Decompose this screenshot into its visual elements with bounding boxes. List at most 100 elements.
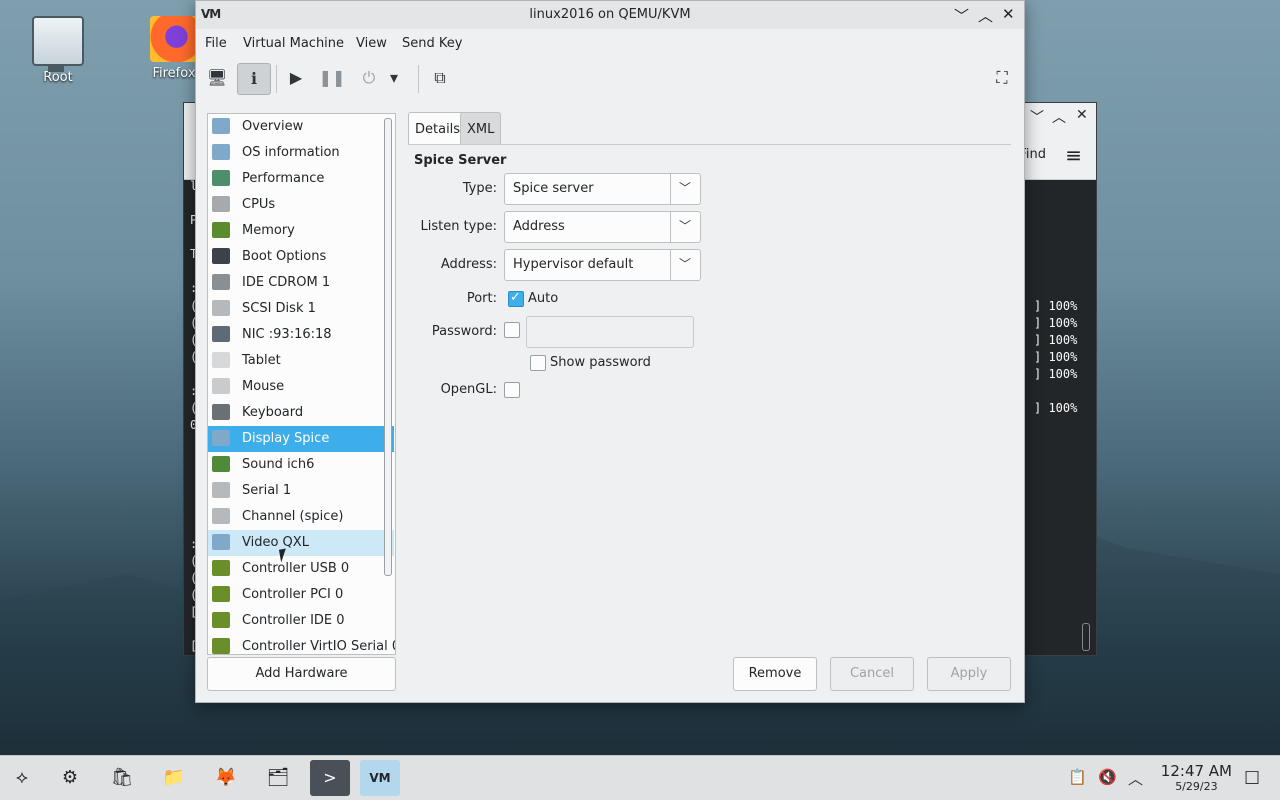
show-password-checkbox[interactable] xyxy=(530,355,546,371)
add-hardware-button[interactable]: Add Hardware xyxy=(207,657,396,691)
terminal-icon[interactable]: > xyxy=(310,760,350,796)
hamburger-menu-icon[interactable]: ≡ xyxy=(1065,143,1082,167)
device-item-label: Keyboard xyxy=(242,405,304,420)
console-button[interactable]: 🖥 xyxy=(201,63,233,93)
type-label: Type: xyxy=(462,181,497,196)
show-desktop-icon[interactable]: ☐ xyxy=(1244,768,1260,789)
pause-icon: ❚❚ xyxy=(318,68,346,87)
run-button[interactable]: ▶ xyxy=(280,63,312,93)
listen-type-label: Listen type: xyxy=(420,219,497,234)
keyboard-icon xyxy=(212,404,230,420)
shutdown-menu-button[interactable]: ▾ xyxy=(384,63,404,93)
device-item[interactable]: Performance xyxy=(208,166,394,192)
desktop-icon-root[interactable]: Root xyxy=(18,16,98,85)
device-item-label: Controller PCI 0 xyxy=(242,587,344,602)
menu-file[interactable]: File xyxy=(205,36,227,51)
toolbar-separator xyxy=(418,65,419,93)
device-item[interactable]: IDE CDROM 1 xyxy=(208,270,394,296)
password-input[interactable] xyxy=(526,316,694,348)
files-icon[interactable]: 📁 xyxy=(154,760,194,796)
device-item[interactable]: Channel (spice) xyxy=(208,504,394,530)
power-icon: ⏻ xyxy=(362,68,376,87)
device-list[interactable]: Overview OS information Performance CPUs Mem… xyxy=(207,113,396,655)
port-auto-checkbox[interactable] xyxy=(508,290,524,307)
play-icon: ▶ xyxy=(289,68,303,87)
terminal-scrollbar[interactable] xyxy=(1082,623,1090,651)
device-item-label: Controller VirtIO Serial 0 xyxy=(242,639,396,654)
file-manager-icon[interactable]: 🗂 xyxy=(258,760,298,796)
firefox-icon[interactable]: 🦊 xyxy=(206,760,246,796)
minimize-icon[interactable]: ﹀ xyxy=(1030,107,1044,127)
system-settings-icon[interactable]: ⚙ xyxy=(50,760,90,796)
device-item[interactable]: Sound ich6 xyxy=(208,452,394,478)
shutdown-button[interactable]: ⏻ xyxy=(353,63,385,93)
tab-xml[interactable]: XML xyxy=(460,112,502,144)
device-item[interactable]: Mouse xyxy=(208,374,394,400)
window-title: linux2016 on QEMU/KVM xyxy=(529,7,691,22)
snapshots-button[interactable]: ⧉ xyxy=(424,63,456,93)
device-item[interactable]: Video QXL xyxy=(208,530,394,556)
chevron-down-icon: ﹀ xyxy=(679,219,692,233)
device-item[interactable]: Keyboard xyxy=(208,400,394,426)
cancel-button[interactable]: Cancel xyxy=(830,657,914,691)
volume-muted-icon[interactable]: 🔇 xyxy=(1098,768,1117,786)
device-item[interactable]: Controller USB 0 xyxy=(208,556,394,582)
controller-icon xyxy=(212,612,230,628)
device-item[interactable]: NIC :93:16:18 xyxy=(208,322,394,348)
device-item-label: SCSI Disk 1 xyxy=(242,301,316,316)
titlebar[interactable]: VM linux2016 on QEMU/KVM ﹀ ︿ ✕ xyxy=(196,1,1024,29)
close-icon[interactable]: ✕ xyxy=(1076,107,1088,123)
maximize-icon[interactable]: ︿ xyxy=(1052,107,1066,127)
device-item[interactable]: CPUs xyxy=(208,192,394,218)
minimize-icon[interactable]: ﹀ xyxy=(954,5,969,26)
details-button[interactable]: ℹ xyxy=(237,63,271,95)
virt-manager-icon[interactable]: VM xyxy=(360,760,400,796)
terminal-line: ] 100% xyxy=(1034,333,1078,347)
device-item-label: Overview xyxy=(242,119,304,134)
cpu-icon xyxy=(212,196,230,212)
address-select[interactable]: Hypervisor default ﹀ xyxy=(504,249,701,281)
remove-button[interactable]: Remove xyxy=(733,657,817,691)
terminal-line: ] 100% xyxy=(1034,299,1078,313)
device-item[interactable]: Display Spice xyxy=(208,426,394,452)
device-item[interactable]: Boot Options xyxy=(208,244,394,270)
tray-expand-icon[interactable]: ︿ xyxy=(1128,768,1143,789)
device-item[interactable]: Tablet xyxy=(208,348,394,374)
device-item[interactable]: SCSI Disk 1 xyxy=(208,296,394,322)
app-launcher-icon[interactable]: ⟡ xyxy=(2,760,42,796)
maximize-icon[interactable]: ︿ xyxy=(978,5,993,26)
device-item-label: NIC :93:16:18 xyxy=(242,327,332,342)
clipboard-icon[interactable]: 📋 xyxy=(1068,768,1087,786)
password-checkbox[interactable] xyxy=(504,322,520,338)
menu-virtual-machine[interactable]: Virtual Machine xyxy=(243,36,344,51)
chevron-down-icon: ▾ xyxy=(389,68,399,87)
controller-icon xyxy=(212,560,230,576)
apply-button[interactable]: Apply xyxy=(927,657,1011,691)
device-item[interactable]: Overview xyxy=(208,114,394,140)
clock[interactable]: 12:47 AM 5/29/23 xyxy=(1161,762,1232,793)
toolbar: 🖥 ℹ ▶ ❚❚ ⏻ ▾ ⧉ ⛶ xyxy=(196,57,1024,99)
device-item[interactable]: Controller IDE 0 xyxy=(208,608,394,634)
discover-icon[interactable]: 🛍 xyxy=(102,760,142,796)
monitor-icon: 🖥 xyxy=(206,68,228,87)
tab-details[interactable]: Details xyxy=(408,112,468,144)
opengl-checkbox[interactable] xyxy=(504,382,520,398)
fullscreen-button[interactable]: ⛶ xyxy=(986,63,1018,93)
close-icon[interactable]: ✕ xyxy=(1002,5,1015,23)
device-item-label: Tablet xyxy=(242,353,281,368)
listen-type-select[interactable]: Address ﹀ xyxy=(504,211,701,243)
device-item[interactable]: Memory xyxy=(208,218,394,244)
menu-send-key[interactable]: Send Key xyxy=(402,36,462,51)
snapshots-icon: ⧉ xyxy=(434,68,446,87)
device-item-label: Sound ich6 xyxy=(242,457,315,472)
menu-view[interactable]: View xyxy=(356,36,387,51)
device-item[interactable]: Controller VirtIO Serial 0 xyxy=(208,634,396,654)
device-list-scrollbar[interactable] xyxy=(384,118,392,576)
pause-button[interactable]: ❚❚ xyxy=(316,63,348,93)
device-item-label: Serial 1 xyxy=(242,483,292,498)
type-select[interactable]: Spice server ﹀ xyxy=(504,173,701,205)
vm-details-window[interactable]: VM linux2016 on QEMU/KVM ﹀ ︿ ✕ File Virt… xyxy=(195,0,1025,703)
device-item[interactable]: Controller PCI 0 xyxy=(208,582,394,608)
device-item[interactable]: Serial 1 xyxy=(208,478,394,504)
device-item[interactable]: OS information xyxy=(208,140,394,166)
